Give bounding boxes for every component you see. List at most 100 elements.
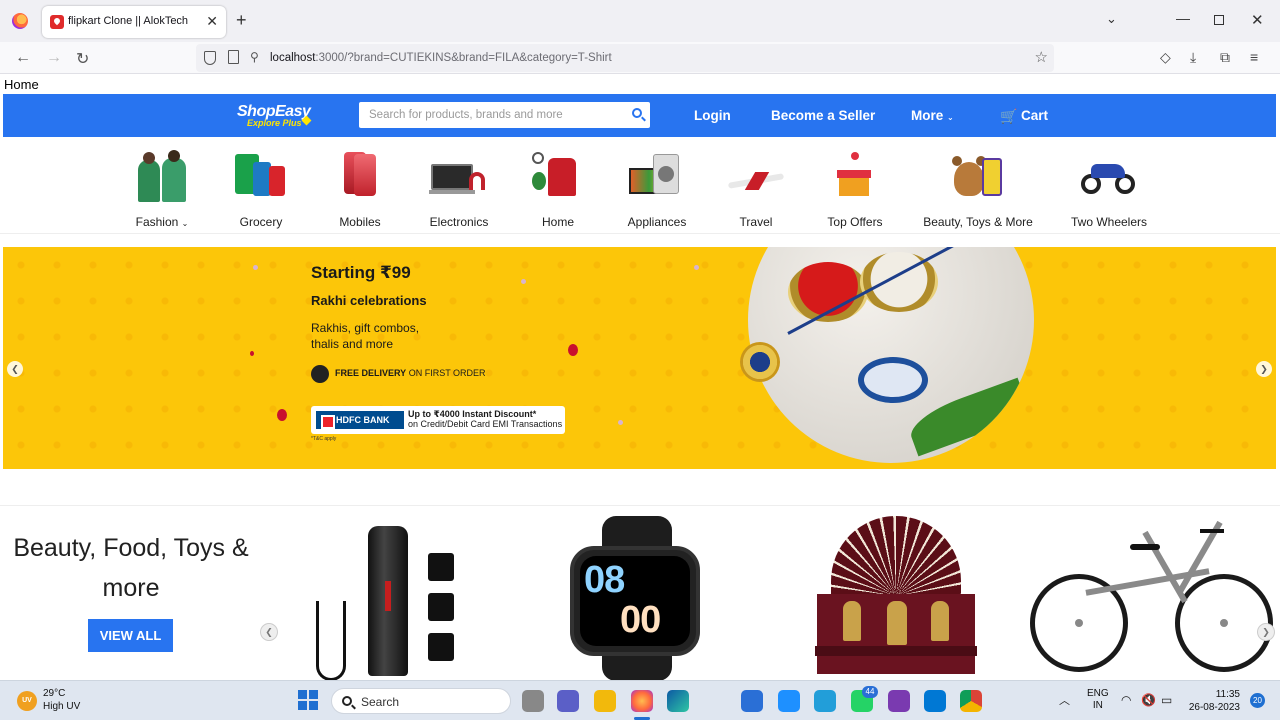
weather-desc[interactable]: High UV — [43, 701, 80, 712]
battery-icon[interactable]: ▭ — [1161, 693, 1172, 707]
reload-icon[interactable]: ↻ — [76, 49, 89, 69]
decor-dot — [694, 265, 699, 270]
view-all-button[interactable]: VIEW ALL — [88, 619, 173, 652]
category-top-offers[interactable]: Top Offers — [800, 148, 910, 229]
extensions-icon[interactable]: ⧉ — [1220, 49, 1230, 66]
two-wheelers-image — [1079, 152, 1139, 202]
logo-tagline: Explore Plus — [247, 118, 302, 128]
tab-list-chevron-down-icon[interactable]: ⌄ — [1106, 11, 1117, 27]
decor-dot — [618, 420, 623, 425]
category-label: Grocery — [239, 215, 283, 229]
edge-icon[interactable] — [667, 690, 689, 712]
become-seller-link[interactable]: Become a Seller — [771, 108, 875, 123]
taskbar-search-label: Search — [361, 695, 400, 709]
window-minimize-icon[interactable]: — — [1176, 10, 1190, 26]
trimmer-comb — [428, 633, 454, 661]
menu-hamburger-icon[interactable]: ≡ — [1250, 49, 1258, 65]
browser-tab-bar: flipkart Clone || AlokTech ✕ + ⌄ — ✕ — [0, 0, 1280, 42]
watch-screen: 08 00 — [580, 556, 690, 646]
system-clock[interactable]: 11:35 26-08-2023 — [1186, 688, 1240, 714]
category-fashion[interactable]: Fashion ⌄ — [107, 148, 217, 229]
section-prev-arrow-icon[interactable]: ❮ — [260, 623, 278, 641]
cart-link[interactable]: Cart — [1021, 108, 1048, 123]
tray-chevron-up-icon[interactable]: ︿ — [1059, 692, 1070, 708]
banner-title: Starting ₹99 — [311, 263, 411, 282]
tracking-shield-icon[interactable] — [204, 51, 216, 65]
category-appliances[interactable]: Appliances — [602, 148, 712, 229]
weather-uv-icon[interactable]: UV — [17, 691, 37, 711]
url-bar[interactable]: ⚲ localhost:3000/?brand=CUTIEKINS&brand=… — [196, 44, 1054, 72]
category-mobiles[interactable]: Mobiles — [305, 148, 415, 229]
section-title: Beauty, Food, Toys & more — [13, 534, 249, 602]
weather-temp[interactable]: 29°C — [43, 688, 65, 699]
forward-arrow-icon[interactable]: → — [46, 49, 62, 67]
trimmer-cable — [316, 601, 346, 681]
product-smartwatch[interactable]: 08 00 — [565, 516, 710, 681]
product-section: Beauty, Food, Toys & more VIEW ALL ❮ 08 … — [0, 505, 1280, 681]
banner-next-arrow-icon[interactable]: ❯ — [1256, 361, 1272, 377]
taskbar-search[interactable]: Search — [331, 688, 511, 714]
firefox-logo-icon[interactable] — [12, 13, 28, 29]
product-pooja-mandir[interactable] — [815, 516, 977, 681]
category-two-wheelers[interactable]: Two Wheelers — [1054, 148, 1164, 229]
permissions-icon[interactable]: ⚲ — [250, 50, 259, 64]
category-electronics[interactable]: Electronics — [404, 148, 514, 229]
tab-close-icon[interactable]: ✕ — [206, 13, 218, 30]
notification-badge[interactable]: 20 — [1250, 693, 1265, 708]
language-indicator[interactable]: ENG IN — [1087, 688, 1109, 712]
grocery-image — [231, 152, 291, 202]
speaker-muted-icon[interactable]: 🔇 — [1141, 693, 1156, 707]
app-icon[interactable] — [888, 690, 910, 712]
section-next-arrow-icon[interactable]: ❯ — [1257, 623, 1275, 641]
category-travel[interactable]: Travel — [701, 148, 811, 229]
chevron-down-icon: ⌄ — [181, 219, 189, 228]
start-windows-icon[interactable] — [298, 690, 318, 710]
firefox-taskbar-icon[interactable] — [631, 690, 653, 712]
banner-prev-arrow-icon[interactable]: ❮ — [7, 361, 23, 377]
category-label: Travel — [739, 215, 773, 229]
decor-dot — [253, 265, 258, 270]
banner-pattern — [3, 247, 1276, 469]
file-explorer-icon[interactable] — [594, 690, 616, 712]
downloads-icon[interactable]: ⤓ — [1190, 49, 1196, 66]
task-view-icon[interactable] — [522, 690, 544, 712]
window-close-icon[interactable]: ✕ — [1251, 11, 1264, 29]
more-dropdown[interactable]: More ⌄ — [911, 108, 954, 123]
delivery-truck-icon — [311, 365, 329, 383]
app-icon[interactable] — [741, 690, 763, 712]
wifi-icon[interactable]: ◠ — [1121, 693, 1131, 707]
page-info-icon[interactable] — [228, 50, 239, 64]
product-trimmer[interactable] — [310, 521, 460, 681]
bookmark-star-icon[interactable]: ☆ — [1035, 48, 1048, 66]
home-link[interactable]: Home — [4, 77, 39, 92]
app-icon[interactable] — [778, 690, 800, 712]
search-icon[interactable] — [632, 108, 642, 118]
category-beauty-toys[interactable]: Beauty, Toys & More — [923, 148, 1033, 229]
pocket-icon[interactable]: ◇ — [1160, 49, 1171, 66]
cart-icon[interactable]: 🛒 — [1000, 108, 1017, 125]
chrome-icon[interactable] — [960, 690, 982, 712]
url-text[interactable]: localhost:3000/?brand=CUTIEKINS&brand=FI… — [270, 52, 612, 64]
shopeasy-logo[interactable]: ShopEasy Explore Plus — [237, 103, 312, 128]
product-bicycle[interactable] — [1030, 520, 1275, 674]
trimmer-accent — [385, 581, 391, 611]
promo-banner[interactable]: Starting ₹99 Rakhi celebrations Rakhis, … — [3, 247, 1276, 469]
window-maximize-icon[interactable] — [1214, 15, 1224, 25]
trimmer-comb — [428, 593, 454, 621]
category-grocery[interactable]: Grocery — [206, 148, 316, 229]
telegram-icon[interactable] — [814, 690, 836, 712]
whatsapp-badge: 44 — [862, 686, 878, 698]
search-input[interactable] — [359, 102, 619, 128]
login-button[interactable]: Login — [694, 108, 731, 123]
browser-tab-active[interactable]: flipkart Clone || AlokTech ✕ — [42, 6, 226, 38]
back-arrow-icon[interactable]: ← — [15, 49, 31, 67]
banner-delivery: FREE DELIVERY ON FIRST ORDER — [335, 368, 486, 378]
mandir-fan-top — [831, 516, 961, 596]
vscode-icon[interactable] — [924, 690, 946, 712]
category-label: Top Offers — [827, 215, 883, 229]
category-home[interactable]: Home — [503, 148, 613, 229]
teams-chat-icon[interactable] — [557, 690, 579, 712]
category-label: Fashion ⌄ — [135, 215, 189, 229]
category-strip: Fashion ⌄ Grocery Mobiles Electronics Ho… — [0, 140, 1280, 234]
new-tab-plus-icon[interactable]: + — [236, 10, 247, 31]
